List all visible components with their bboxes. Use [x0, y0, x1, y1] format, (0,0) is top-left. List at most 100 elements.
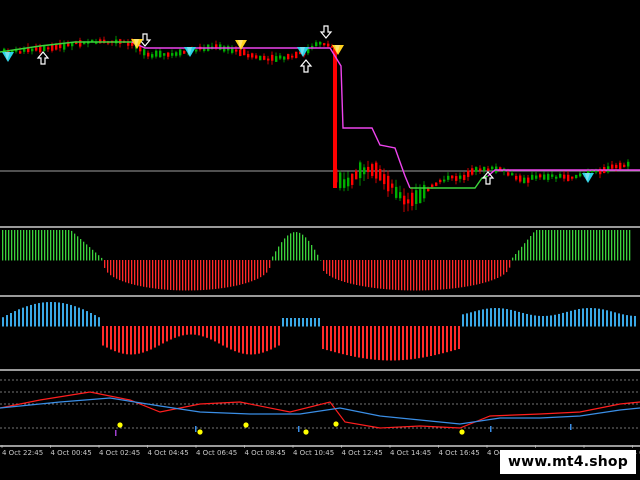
histogram-bar [622, 314, 624, 327]
candle-body [459, 175, 462, 179]
histogram-bar [272, 256, 274, 261]
candle-body [179, 49, 182, 56]
histogram-bar [500, 260, 502, 277]
histogram-bar [317, 254, 319, 261]
histogram-bar [430, 326, 432, 356]
histogram-bar [414, 326, 416, 359]
histogram-bar [306, 318, 308, 327]
histogram-bar [134, 326, 136, 355]
histogram-bar [342, 326, 344, 355]
histogram-bar [533, 232, 535, 261]
candle-body [531, 174, 534, 180]
candle-body [363, 167, 366, 175]
candle-body [463, 174, 466, 180]
histogram-bar [539, 230, 541, 261]
histogram-bar [14, 311, 16, 327]
histogram-bar [606, 310, 608, 327]
candle-body [71, 42, 74, 47]
dot-marker-icon [117, 422, 123, 428]
histogram-bar [398, 260, 400, 291]
candle-body [419, 189, 422, 204]
histogram-bar [174, 326, 176, 338]
histogram-bar [164, 260, 166, 290]
candle-body [239, 49, 242, 56]
histogram-bar [323, 260, 325, 271]
histogram-bar [245, 260, 247, 284]
histogram-bar [194, 326, 196, 335]
histogram-bar [59, 230, 61, 261]
candle-body [411, 192, 414, 206]
histogram-bar [314, 318, 316, 327]
time-label: 4 Oct 06:45 [196, 449, 237, 457]
candle-body [63, 43, 66, 50]
histogram-bar [618, 313, 620, 327]
histogram-bar [298, 318, 300, 327]
candle-body [47, 47, 50, 50]
histogram-bar [473, 260, 475, 286]
histogram-bar [407, 260, 409, 291]
histogram-bar [458, 260, 460, 288]
candle-body [547, 174, 550, 180]
candle-body [347, 177, 350, 187]
candle-body [251, 53, 254, 58]
time-label: 4 Oct 00:45 [51, 449, 92, 457]
histogram-bar [602, 230, 604, 261]
histogram-bar [250, 326, 252, 355]
histogram-bar [362, 260, 364, 287]
histogram-bar [20, 230, 22, 261]
histogram-bar [137, 260, 139, 286]
candle-body [163, 53, 166, 56]
histogram-bar [293, 232, 295, 261]
panel-separator [0, 295, 640, 297]
candle-body [167, 52, 170, 57]
histogram-bar [425, 260, 427, 291]
candle-body [563, 174, 566, 179]
histogram-bar [630, 315, 632, 327]
histogram-bar [198, 326, 200, 336]
candle-body [475, 167, 478, 172]
histogram-bar [467, 260, 469, 287]
candle-body [243, 49, 246, 56]
histogram-bar [82, 309, 84, 327]
price-chart-canvas[interactable]: 4 Oct 22:45 4 Oct 00:45 4 Oct 02:45 4 Oct 0… [0, 0, 640, 480]
histogram-bar [478, 310, 480, 327]
histogram-bar [365, 260, 367, 287]
histogram-bar [30, 304, 32, 327]
histogram-bar [486, 308, 488, 327]
histogram-bar [390, 326, 392, 361]
histogram-bar [142, 326, 144, 353]
histogram-bar [428, 260, 430, 291]
candle-body [539, 174, 542, 178]
histogram-bar [314, 249, 316, 261]
candle-body [551, 174, 554, 177]
histogram-bar [546, 315, 548, 327]
candle-body [79, 40, 82, 47]
histogram-bar [354, 326, 356, 357]
candle-body [339, 172, 342, 189]
histogram-bar [210, 326, 212, 340]
histogram-bar [269, 260, 271, 268]
histogram-bar [218, 260, 220, 289]
histogram-bar [434, 260, 436, 290]
histogram-bar [302, 234, 304, 261]
candle-body [391, 183, 394, 188]
histogram-bar [374, 260, 376, 288]
candle-body [487, 168, 490, 171]
histogram-bar [167, 260, 169, 290]
histogram-bar [143, 260, 145, 287]
histogram-bar [10, 313, 12, 327]
candle-body [51, 44, 54, 51]
histogram-bar [587, 230, 589, 261]
histogram-bar [426, 326, 428, 357]
histogram-bar [80, 239, 82, 261]
candle-body [275, 56, 278, 62]
candle-body [451, 175, 454, 179]
histogram-bar [596, 230, 598, 261]
histogram-bar [470, 260, 472, 286]
candle-body [415, 190, 418, 204]
histogram-bar [394, 326, 396, 361]
histogram-bar [366, 326, 368, 359]
histogram-bar [419, 260, 421, 291]
histogram-bar [86, 244, 88, 261]
histogram-bar [370, 326, 372, 360]
